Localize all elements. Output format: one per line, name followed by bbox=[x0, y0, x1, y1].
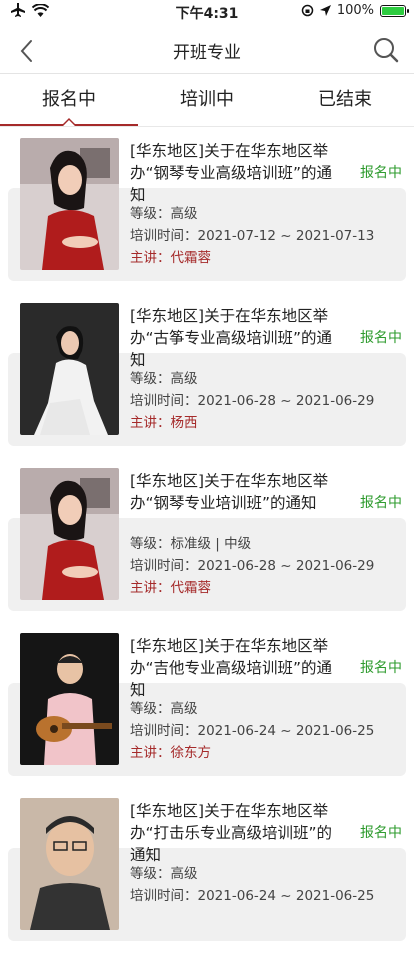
lecturer: 主讲：代霜蓉 bbox=[130, 580, 212, 596]
status-badge: 报名中 bbox=[360, 825, 402, 841]
lecturer-photo bbox=[20, 633, 119, 765]
course-level: 等级：高级 bbox=[130, 371, 198, 387]
status-badge: 报名中 bbox=[360, 330, 402, 346]
navbar: 开班专业 bbox=[0, 24, 414, 74]
training-time: 培训时间：2021-06-24 ~ 2021-06-25 bbox=[130, 723, 375, 739]
lecturer-name: 代霜蓉 bbox=[170, 250, 212, 266]
tab-training[interactable]: 培训中 bbox=[138, 75, 276, 126]
list-item[interactable]: [华东地区]关于在华东地区举办“吉他专业高级培训班”的通知 报名中 等级：高级 … bbox=[0, 623, 414, 788]
lecturer-name: 杨西 bbox=[170, 415, 198, 431]
training-time: 培训时间：2021-06-24 ~ 2021-06-25 bbox=[130, 888, 375, 904]
list-item[interactable]: [华东地区]关于在华东地区举办“钢琴专业高级培训班”的通知 报名中 等级：高级 … bbox=[0, 128, 414, 293]
lecturer-photo bbox=[20, 138, 119, 270]
tab-ended[interactable]: 已结束 bbox=[276, 75, 414, 126]
course-level: 等级：高级 bbox=[130, 206, 198, 222]
training-time: 培训时间：2021-06-28 ~ 2021-06-29 bbox=[130, 558, 375, 574]
status-badge: 报名中 bbox=[360, 495, 402, 511]
training-time: 培训时间：2021-06-28 ~ 2021-06-29 bbox=[130, 393, 375, 409]
list-item[interactable]: [华东地区]关于在华东地区举办“钢琴专业培训班”的通知 报名中 等级：标准级 |… bbox=[0, 458, 414, 623]
status-bar: 下午4:31 100% bbox=[0, 0, 414, 24]
course-level-value: 标准级 | 中级 bbox=[170, 536, 252, 552]
lecturer-photo bbox=[20, 798, 119, 930]
lecturer: 主讲：杨西 bbox=[130, 415, 198, 431]
battery-percent: 100% bbox=[336, 3, 374, 18]
status-badge: 报名中 bbox=[360, 165, 402, 181]
lecturer-photo bbox=[20, 468, 119, 600]
course-title[interactable]: [华东地区]关于在华东地区举办“打击乐专业高级培训班”的通知 bbox=[130, 800, 342, 866]
list-item[interactable]: [华东地区]关于在华东地区举办“古筝专业高级培训班”的通知 报名中 等级：高级 … bbox=[0, 293, 414, 458]
lecturer-name: 徐东方 bbox=[170, 745, 212, 761]
course-level-value: 高级 bbox=[170, 701, 198, 717]
lecturer-name: 代霜蓉 bbox=[170, 580, 212, 596]
training-time-value: 2021-07-12 ~ 2021-07-13 bbox=[197, 228, 375, 244]
lecturer: 主讲：代霜蓉 bbox=[130, 250, 212, 266]
training-time-value: 2021-06-28 ~ 2021-06-29 bbox=[197, 558, 375, 574]
search-icon[interactable] bbox=[372, 36, 400, 64]
training-time-value: 2021-06-28 ~ 2021-06-29 bbox=[197, 393, 375, 409]
course-level: 等级：高级 bbox=[130, 866, 198, 882]
training-time-value: 2021-06-24 ~ 2021-06-25 bbox=[197, 888, 375, 904]
status-right: 100% bbox=[301, 3, 409, 18]
course-level-value: 高级 bbox=[170, 866, 198, 882]
lecturer-photo bbox=[20, 303, 119, 435]
course-title[interactable]: [华东地区]关于在华东地区举办“钢琴专业高级培训班”的通知 bbox=[130, 140, 342, 206]
page-title: 开班专业 bbox=[173, 43, 241, 63]
course-title[interactable]: [华东地区]关于在华东地区举办“钢琴专业培训班”的通知 bbox=[130, 470, 342, 514]
training-time: 培训时间：2021-07-12 ~ 2021-07-13 bbox=[130, 228, 375, 244]
course-level-value: 高级 bbox=[170, 371, 198, 387]
battery-icon bbox=[380, 4, 409, 17]
course-list: [华东地区]关于在华东地区举办“钢琴专业高级培训班”的通知 报名中 等级：高级 … bbox=[0, 128, 414, 953]
list-item[interactable]: [华东地区]关于在华东地区举办“打击乐专业高级培训班”的通知 报名中 等级：高级… bbox=[0, 788, 414, 953]
lecturer: 主讲：徐东方 bbox=[130, 745, 212, 761]
course-level-value: 高级 bbox=[170, 206, 198, 222]
lock-rotation-icon bbox=[301, 4, 314, 17]
course-level: 等级：标准级 | 中级 bbox=[130, 536, 252, 552]
training-time-value: 2021-06-24 ~ 2021-06-25 bbox=[197, 723, 375, 739]
course-title[interactable]: [华东地区]关于在华东地区举办“古筝专业高级培训班”的通知 bbox=[130, 305, 342, 371]
course-level: 等级：高级 bbox=[130, 701, 198, 717]
course-title[interactable]: [华东地区]关于在华东地区举办“吉他专业高级培训班”的通知 bbox=[130, 635, 342, 701]
location-icon bbox=[319, 5, 331, 16]
tab-caret-icon bbox=[62, 117, 76, 126]
status-badge: 报名中 bbox=[360, 660, 402, 676]
